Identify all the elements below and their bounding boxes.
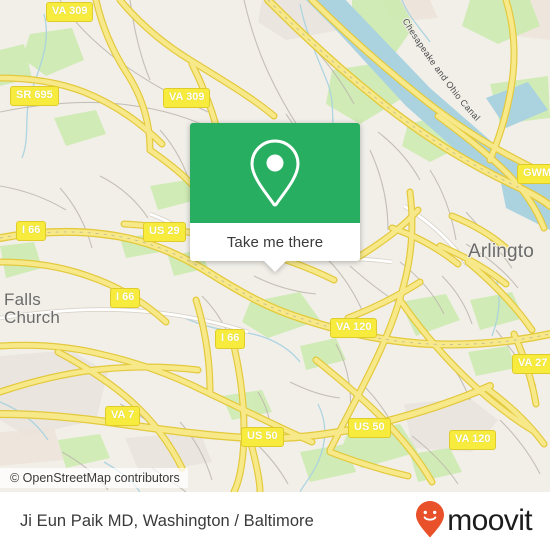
road-shield: VA 309	[46, 2, 94, 22]
page-title: Ji Eun Paik MD, Washington / Baltimore	[20, 511, 314, 530]
map-screenshot: Chesapeake and Ohio Canal VA 309 SR 695 VA…	[0, 0, 550, 550]
road-shield: I 66	[215, 329, 246, 349]
road-shield: US 50	[348, 418, 391, 438]
location-callout-card[interactable]: Take me there	[190, 123, 360, 272]
map-canvas[interactable]: Chesapeake and Ohio Canal VA 309 SR 695 VA…	[0, 0, 550, 492]
footer-bar: Ji Eun Paik MD, Washington / Baltimore m…	[0, 492, 550, 550]
moovit-smiley-pin-icon	[415, 500, 445, 543]
road-shield: VA 120	[330, 318, 378, 338]
road-shield: VA 27	[512, 354, 550, 374]
road-shield: I 66	[16, 221, 47, 241]
road-shield: VA 309	[163, 88, 211, 108]
road-shield: VA 7	[105, 406, 141, 426]
road-shield: I 66	[110, 288, 141, 308]
osm-attribution[interactable]: © OpenStreetMap contributors	[0, 468, 188, 488]
road-shield: GWMP	[517, 164, 550, 184]
callout-image-panel	[190, 123, 360, 223]
road-shield: US 29	[143, 222, 186, 242]
callout-action-panel[interactable]: Take me there	[190, 223, 360, 272]
map-pin-icon	[247, 137, 303, 209]
road-shield: VA 120	[449, 430, 497, 450]
moovit-wordmark: moovit	[447, 504, 532, 537]
road-shield: SR 695	[10, 86, 59, 106]
moovit-logo[interactable]: moovit	[415, 500, 533, 543]
road-shield: US 50	[241, 427, 284, 447]
take-me-there-label: Take me there	[226, 233, 324, 251]
callout-tail	[264, 261, 286, 272]
